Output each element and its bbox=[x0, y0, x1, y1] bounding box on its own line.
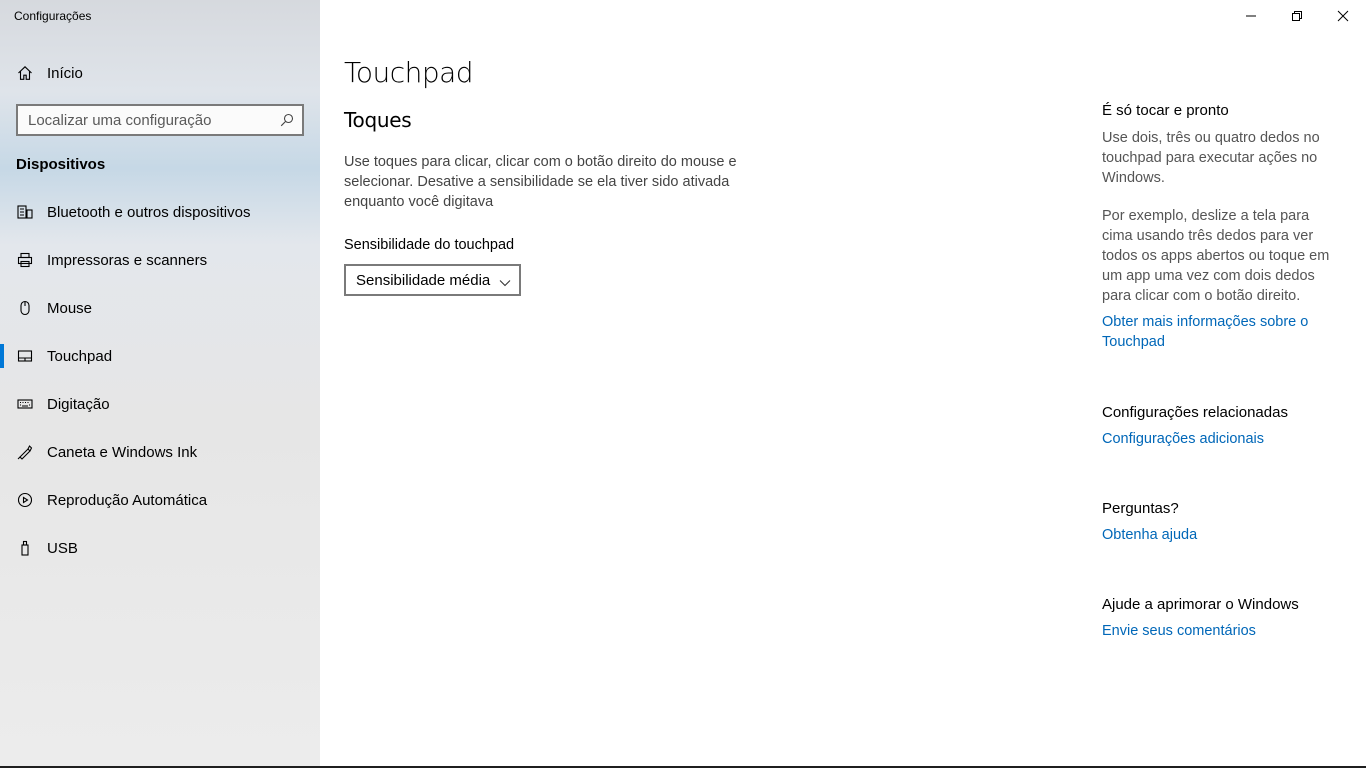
sidebar-item-label: Caneta e Windows Ink bbox=[47, 443, 198, 461]
sidebar-item-label: Touchpad bbox=[47, 347, 113, 365]
sensitivity-dropdown[interactable]: Sensibilidade média bbox=[344, 264, 521, 296]
page-title: Touchpad bbox=[344, 56, 474, 89]
sidebar-item-label: Reprodução Automática bbox=[47, 491, 208, 509]
related-heading: Configurações relacionadas bbox=[1102, 404, 1288, 421]
restore-button[interactable] bbox=[1274, 0, 1320, 32]
sidebar-item-typing[interactable]: Digitação bbox=[0, 384, 320, 424]
selection-indicator bbox=[0, 344, 4, 368]
printer-icon bbox=[16, 251, 34, 269]
additional-settings-link[interactable]: Configurações adicionais bbox=[1102, 429, 1342, 449]
usb-icon bbox=[16, 539, 34, 557]
autoplay-icon bbox=[16, 491, 34, 509]
settings-window: Configurações Início Dispositivos bbox=[0, 0, 1366, 768]
sidebar-item-label: Impressoras e scanners bbox=[47, 251, 208, 269]
minimize-icon bbox=[1246, 15, 1256, 17]
tip-section: É só tocar e pronto Use dois, três ou qu… bbox=[1102, 102, 1342, 352]
pen-icon bbox=[16, 443, 34, 461]
sidebar-item-label: Mouse bbox=[47, 299, 93, 317]
questions-heading: Perguntas? bbox=[1102, 500, 1179, 517]
send-feedback-link[interactable]: Envie seus comentários bbox=[1102, 621, 1342, 641]
keyboard-icon bbox=[16, 395, 34, 413]
sidebar-item-mouse[interactable]: Mouse bbox=[0, 288, 320, 328]
sensitivity-label: Sensibilidade do touchpad bbox=[344, 237, 515, 253]
app-title: Configurações bbox=[14, 9, 92, 23]
sidebar-item-pen[interactable]: Caneta e Windows Ink bbox=[0, 432, 320, 472]
sidebar-item-printers[interactable]: Impressoras e scanners bbox=[0, 240, 320, 280]
questions-section: Perguntas? Obtenha ajuda bbox=[1102, 500, 1342, 545]
sidebar-item-label: USB bbox=[47, 539, 78, 557]
search-input[interactable] bbox=[28, 110, 278, 130]
section-header: Dispositivos bbox=[16, 156, 106, 173]
tip-text-1: Use dois, três ou quatro dedos no touchp… bbox=[1102, 130, 1320, 186]
section-title: Toques bbox=[344, 108, 412, 132]
touchpad-icon bbox=[16, 347, 34, 365]
feedback-section: Ajude a aprimorar o Windows Envie seus c… bbox=[1102, 596, 1342, 641]
bluetooth-devices-icon bbox=[16, 203, 34, 221]
sidebar-item-touchpad[interactable]: Touchpad bbox=[0, 336, 320, 376]
feedback-heading: Ajude a aprimorar o Windows bbox=[1102, 596, 1299, 613]
sidebar-item-usb[interactable]: USB bbox=[0, 528, 320, 568]
search-box[interactable] bbox=[16, 104, 304, 136]
restore-icon bbox=[1292, 11, 1302, 21]
sensitivity-value: Sensibilidade média bbox=[356, 272, 491, 289]
touchpad-info-link[interactable]: Obter mais informações sobre o Touchpad bbox=[1102, 312, 1342, 352]
sidebar-item-autoplay[interactable]: Reprodução Automática bbox=[0, 480, 320, 520]
tip-heading: É só tocar e pronto bbox=[1102, 102, 1229, 119]
search-icon[interactable] bbox=[280, 113, 294, 127]
close-button[interactable] bbox=[1320, 0, 1366, 32]
minimize-button[interactable] bbox=[1228, 0, 1274, 32]
nav-home[interactable]: Início bbox=[0, 56, 320, 90]
sidebar-item-bluetooth[interactable]: Bluetooth e outros dispositivos bbox=[0, 192, 320, 232]
sidebar-item-label: Digitação bbox=[47, 395, 110, 413]
nav-home-label: Início bbox=[47, 64, 83, 82]
section-description: Use toques para clicar, clicar com o bot… bbox=[344, 154, 737, 210]
get-help-link[interactable]: Obtenha ajuda bbox=[1102, 525, 1342, 545]
home-icon bbox=[16, 64, 34, 82]
sidebar: Configurações Início Dispositivos bbox=[0, 0, 320, 766]
related-section: Configurações relacionadas Configurações… bbox=[1102, 404, 1342, 449]
mouse-icon bbox=[16, 299, 34, 317]
tip-text-2: Por exemplo, deslize a tela para cima us… bbox=[1102, 208, 1330, 304]
chevron-down-icon bbox=[499, 275, 511, 287]
sidebar-item-label: Bluetooth e outros dispositivos bbox=[47, 203, 251, 221]
close-icon bbox=[1337, 10, 1349, 22]
